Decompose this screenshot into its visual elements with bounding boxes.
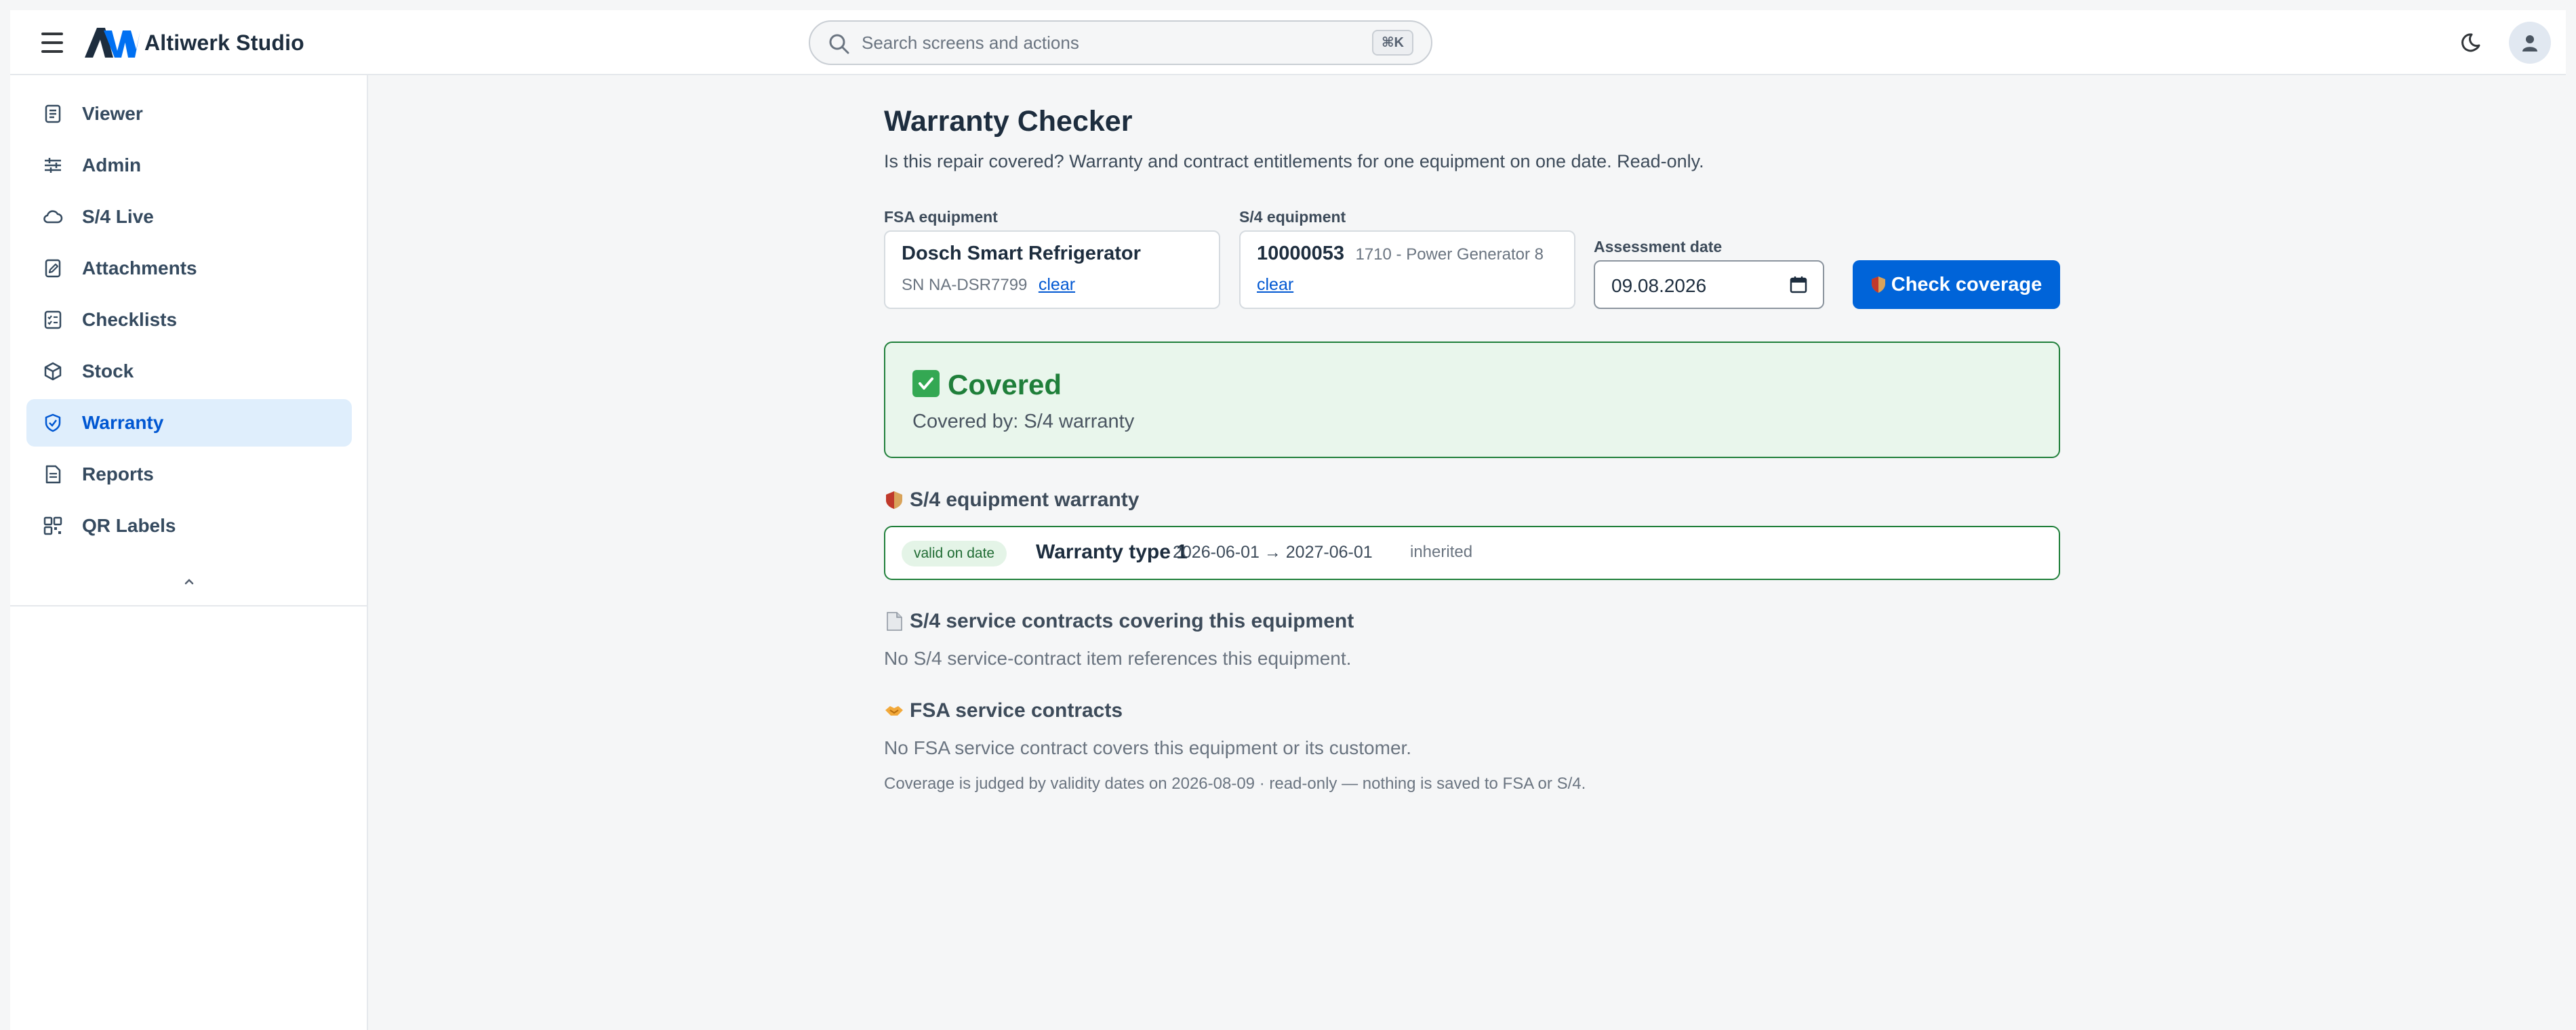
sliders-icon bbox=[45, 158, 61, 173]
search-icon bbox=[829, 34, 849, 54]
top-header: Altiwerk Studio ⌘K bbox=[10, 10, 2566, 75]
fsa-equipment-clear-link[interactable]: clear bbox=[1039, 275, 1075, 294]
search-input[interactable] bbox=[862, 22, 1336, 64]
page-icon bbox=[887, 612, 902, 631]
s4-equipment-field[interactable]: 10000053 1710 - Power Generator 8 clear bbox=[1239, 230, 1575, 309]
fsa-equipment-meta: SN NA-DSR7799 clear bbox=[902, 275, 1075, 295]
sidebar-item-label: Admin bbox=[82, 154, 142, 176]
warranty-type: Warranty type 1 bbox=[1036, 541, 1188, 563]
s4-contracts-heading: S/4 service contracts covering this equi… bbox=[884, 610, 1354, 633]
sidebar-item-label: S/4 Live bbox=[82, 206, 154, 227]
cloud-icon bbox=[43, 210, 63, 224]
shield-icon bbox=[886, 491, 902, 509]
report-icon bbox=[45, 465, 61, 484]
sidebar-item-label: Warranty bbox=[82, 412, 164, 433]
sidebar-item-label: Reports bbox=[82, 464, 154, 485]
sidebar-item-attachments[interactable]: Attachments bbox=[26, 245, 352, 292]
document-icon bbox=[45, 104, 61, 123]
assessment-date-input[interactable]: 09.08.2026 bbox=[1594, 260, 1824, 309]
app-frame: Altiwerk Studio ⌘K bbox=[10, 10, 2566, 1030]
search-shortcut-badge: ⌘K bbox=[1372, 30, 1413, 56]
qr-code-icon bbox=[43, 516, 62, 535]
sidebar-nav: Viewer Admin S/4 Live Attachments Checkl… bbox=[26, 90, 352, 554]
check-coverage-label: Check coverage bbox=[1891, 273, 2042, 295]
fsa-equipment-field[interactable]: Dosch Smart Refrigerator SN NA-DSR7799 c… bbox=[884, 230, 1220, 309]
fsa-equipment-serial: SN NA-DSR7799 bbox=[902, 276, 1028, 294]
coverage-status: Covered bbox=[948, 369, 1062, 400]
global-search[interactable]: ⌘K bbox=[809, 20, 1432, 65]
sidebar-item-label: QR Labels bbox=[82, 515, 176, 536]
chevron-up-icon[interactable] bbox=[178, 573, 200, 590]
sidebar-item-admin[interactable]: Admin bbox=[26, 142, 352, 189]
app-name: Altiwerk Studio bbox=[144, 30, 304, 55]
check-mark-icon bbox=[912, 370, 940, 397]
assessment-date-value: 09.08.2026 bbox=[1611, 275, 1707, 296]
person-icon bbox=[2522, 35, 2537, 52]
warranty-validity-dates: 2026-06-01 → 2027-06-01 bbox=[1173, 543, 1373, 562]
altiwerk-logo bbox=[85, 28, 140, 58]
shield-check-icon bbox=[45, 413, 61, 432]
sidebar-divider bbox=[10, 605, 367, 606]
check-coverage-button[interactable]: Check coverage bbox=[1853, 260, 2060, 309]
page-title: Warranty Checker bbox=[884, 105, 1133, 138]
edit-document-icon bbox=[45, 259, 61, 278]
s4-equipment-number: 10000053 bbox=[1257, 243, 1345, 264]
sidebar-item-stock[interactable]: Stock bbox=[26, 348, 352, 395]
page-subtitle: Is this repair covered? Warranty and con… bbox=[884, 151, 1704, 171]
handshake-icon bbox=[885, 706, 903, 716]
s4-equipment-main: 10000053 1710 - Power Generator 8 bbox=[1257, 243, 1544, 265]
sidebar-item-s4-live[interactable]: S/4 Live bbox=[26, 193, 352, 241]
s4-contracts-heading-text: S/4 service contracts covering this equi… bbox=[910, 610, 1354, 632]
sidebar-item-viewer[interactable]: Viewer bbox=[26, 90, 352, 138]
user-avatar[interactable] bbox=[2509, 22, 2551, 64]
s4-equipment-description: 1710 - Power Generator 8 bbox=[1355, 245, 1544, 264]
box-icon bbox=[44, 362, 62, 381]
s4-warranty-heading-text: S/4 equipment warranty bbox=[910, 489, 1140, 511]
coverage-detail: Covered by: S/4 warranty bbox=[912, 411, 1135, 432]
fsa-contracts-empty-text: No FSA service contract covers this equi… bbox=[884, 737, 1412, 758]
s4-warranty-heading: S/4 equipment warranty bbox=[884, 489, 1139, 512]
sidebar-item-label: Checklists bbox=[82, 309, 178, 330]
coverage-result-card: Covered Covered by: S/4 warranty bbox=[884, 342, 2060, 458]
sidebar-item-checklists[interactable]: Checklists bbox=[26, 296, 352, 344]
sidebar-item-reports[interactable]: Reports bbox=[26, 451, 352, 498]
fsa-equipment-label: FSA equipment bbox=[884, 208, 998, 226]
fsa-contracts-heading: FSA service contracts bbox=[884, 699, 1123, 722]
warranty-inherited-tag: inherited bbox=[1410, 543, 1473, 561]
warranty-row: valid on date Warranty type 1 2026-06-01… bbox=[884, 526, 2060, 580]
sidebar-item-label: Viewer bbox=[82, 103, 143, 124]
sidebar-item-qr-labels[interactable]: QR Labels bbox=[26, 502, 352, 550]
valid-on-date-badge: valid on date bbox=[902, 541, 1007, 566]
s4-contracts-empty-text: No S/4 service-contract item references … bbox=[884, 648, 1352, 669]
shield-icon bbox=[1871, 276, 1885, 293]
assessment-date-label: Assessment date bbox=[1594, 238, 1723, 255]
fsa-contracts-heading-text: FSA service contracts bbox=[910, 699, 1123, 722]
sidebar: Viewer Admin S/4 Live Attachments Checkl… bbox=[10, 75, 368, 1030]
menu-icon[interactable] bbox=[41, 33, 63, 53]
sidebar-item-label: Stock bbox=[82, 360, 134, 382]
sidebar-item-label: Attachments bbox=[82, 258, 197, 279]
sidebar-item-warranty[interactable]: Warranty bbox=[26, 399, 352, 447]
checklist-icon bbox=[44, 310, 62, 329]
coverage-footnote: Coverage is judged by validity dates on … bbox=[884, 775, 1586, 793]
s4-equipment-label: S/4 equipment bbox=[1239, 208, 1346, 226]
fsa-equipment-name: Dosch Smart Refrigerator bbox=[902, 243, 1141, 264]
calendar-icon[interactable] bbox=[1789, 275, 1808, 294]
moon-icon[interactable] bbox=[2459, 30, 2483, 55]
s4-equipment-clear-link[interactable]: clear bbox=[1257, 275, 1293, 295]
